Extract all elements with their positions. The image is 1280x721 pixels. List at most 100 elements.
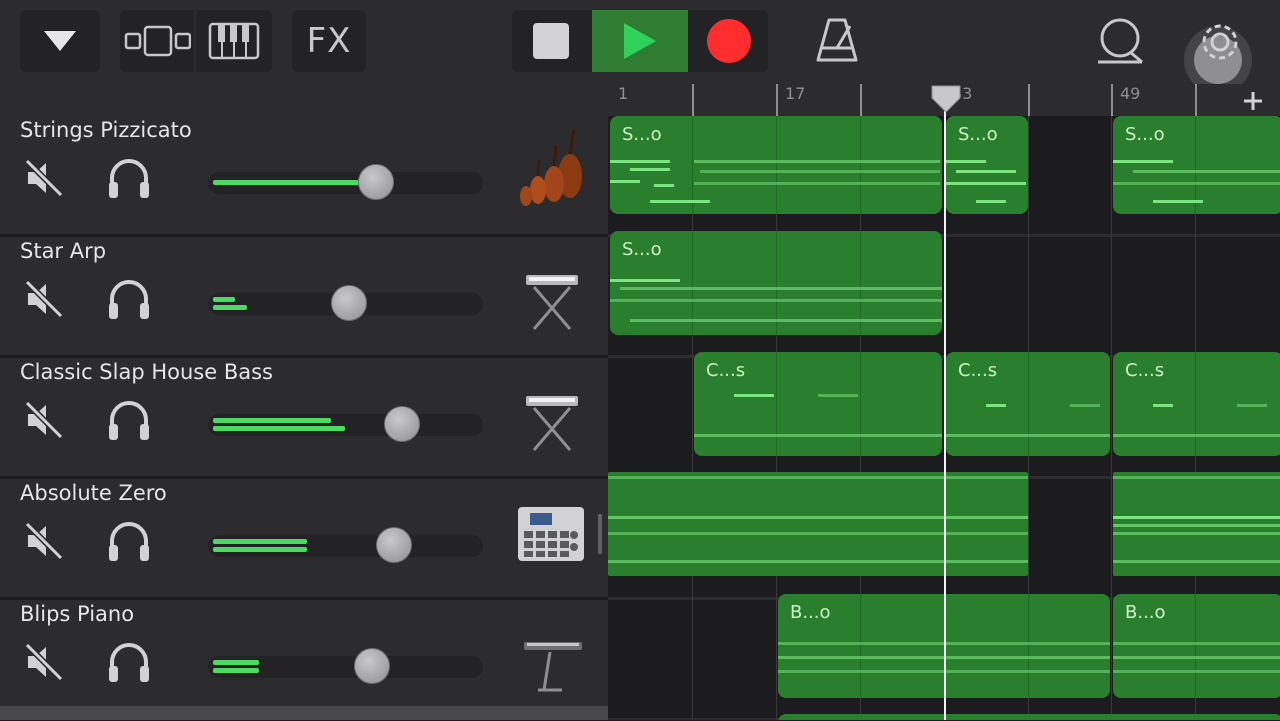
midi-region-partial[interactable]	[778, 714, 1280, 720]
region-label: C...s	[706, 360, 746, 381]
volume-slider[interactable]	[208, 527, 483, 563]
level-meter	[213, 426, 345, 431]
mute-icon[interactable]	[24, 158, 64, 198]
volume-knob[interactable]	[331, 285, 367, 321]
level-meter	[213, 668, 259, 673]
keyboard-button[interactable]	[196, 10, 272, 72]
volume-knob[interactable]	[358, 164, 394, 200]
piano-keys-icon	[208, 22, 260, 60]
midi-region[interactable]: C...s	[694, 352, 942, 456]
level-meter	[213, 547, 307, 552]
stop-icon	[533, 23, 569, 59]
headphones-icon[interactable]	[106, 277, 152, 321]
volume-slider[interactable]	[208, 285, 483, 321]
bar-line	[1111, 116, 1112, 720]
control-bar: FX	[0, 0, 1280, 94]
fx-button[interactable]: FX	[292, 10, 366, 72]
region-label: S...o	[958, 124, 998, 145]
add-section-icon[interactable]	[1242, 90, 1264, 112]
track-header[interactable]: Star Arp	[0, 237, 608, 358]
region-label: C...s	[958, 360, 998, 381]
ruler-tick	[1195, 84, 1197, 116]
region-label: S...o	[1125, 124, 1165, 145]
ruler-tick	[1111, 84, 1113, 116]
ruler-tick	[860, 84, 862, 116]
headphones-icon[interactable]	[106, 398, 152, 442]
keyboard-stand-icon	[526, 396, 578, 451]
metronome-icon	[816, 18, 858, 62]
headphones-icon[interactable]	[106, 640, 152, 684]
ruler-tick	[1028, 84, 1030, 116]
midi-region[interactable]: S...o	[1113, 116, 1280, 214]
midi-region[interactable]: S...o	[610, 116, 942, 214]
mute-icon[interactable]	[24, 521, 64, 561]
region-label: C...s	[1125, 360, 1165, 381]
volume-slider[interactable]	[208, 164, 483, 200]
level-meter	[213, 539, 307, 544]
region-label: B...o	[790, 602, 831, 623]
drum-machine-icon	[518, 507, 584, 561]
playhead-line	[944, 96, 946, 720]
volume-slider[interactable]	[208, 406, 483, 442]
level-meter	[213, 180, 373, 185]
add-track-strip[interactable]	[0, 706, 608, 720]
ruler-label-17: 17	[785, 84, 806, 103]
mute-icon[interactable]	[24, 400, 64, 440]
track-header[interactable]: Blips Piano	[0, 600, 608, 721]
volume-knob[interactable]	[376, 527, 412, 563]
track-header[interactable]: Absolute Zero	[0, 479, 608, 600]
loop-icon	[1098, 18, 1143, 64]
keyboard-stand-icon	[524, 642, 582, 692]
ruler-tick	[776, 84, 778, 116]
track-header-top	[0, 84, 608, 116]
volume-slider[interactable]	[208, 648, 483, 684]
track-name: Classic Slap House Bass	[20, 360, 273, 384]
record-button[interactable]	[690, 10, 768, 72]
midi-region[interactable]: C...s	[1113, 352, 1280, 456]
midi-region[interactable]: S...o	[946, 116, 1028, 214]
browser-menu-button[interactable]	[20, 10, 100, 72]
playhead-handle-icon[interactable]	[930, 84, 962, 114]
ruler-label-49: 49	[1120, 84, 1141, 103]
track-name: Absolute Zero	[20, 481, 167, 505]
level-meter	[213, 305, 247, 310]
stop-button[interactable]	[512, 10, 590, 72]
scroll-indicator[interactable]	[598, 514, 602, 554]
midi-region[interactable]: B...o	[1113, 594, 1280, 698]
level-meter	[213, 297, 235, 302]
play-icon	[624, 23, 656, 59]
fx-label: FX	[306, 21, 352, 61]
track-view-button[interactable]	[120, 10, 194, 72]
triangle-down-icon	[44, 31, 76, 51]
track-header[interactable]: Classic Slap House Bass	[0, 358, 608, 479]
keyboard-stand-icon	[526, 275, 578, 330]
mute-icon[interactable]	[24, 642, 64, 682]
ruler-label-1: 1	[618, 84, 629, 103]
headphones-icon[interactable]	[106, 519, 152, 563]
midi-region[interactable]: C...s	[946, 352, 1110, 456]
loop-browser-button[interactable]	[1094, 16, 1146, 66]
track-name: Blips Piano	[20, 602, 135, 626]
region-label: B...o	[1125, 602, 1166, 623]
track-name: Star Arp	[20, 239, 107, 263]
volume-knob[interactable]	[354, 648, 390, 684]
level-meter	[213, 660, 259, 665]
region-label: S...o	[622, 239, 662, 260]
ruler-tick	[692, 84, 694, 116]
drum-region[interactable]	[1113, 472, 1280, 576]
headphones-icon[interactable]	[106, 156, 152, 200]
violin-cello-icon	[520, 129, 582, 206]
record-icon	[707, 19, 751, 63]
level-meter	[213, 418, 331, 423]
midi-region[interactable]: S...o	[610, 231, 942, 335]
volume-knob[interactable]	[384, 406, 420, 442]
metronome-button[interactable]	[812, 16, 862, 66]
drum-region[interactable]	[608, 472, 1028, 576]
transport-controls	[512, 10, 768, 72]
play-button[interactable]	[592, 10, 688, 72]
tracks-view-icon	[124, 25, 191, 57]
track-header[interactable]: Strings Pizzicato	[0, 116, 608, 237]
track-name: Strings Pizzicato	[20, 118, 192, 142]
track-headers: Strings Pizzicato Star Arp Classic Slap …	[0, 116, 608, 721]
mute-icon[interactable]	[24, 279, 64, 319]
